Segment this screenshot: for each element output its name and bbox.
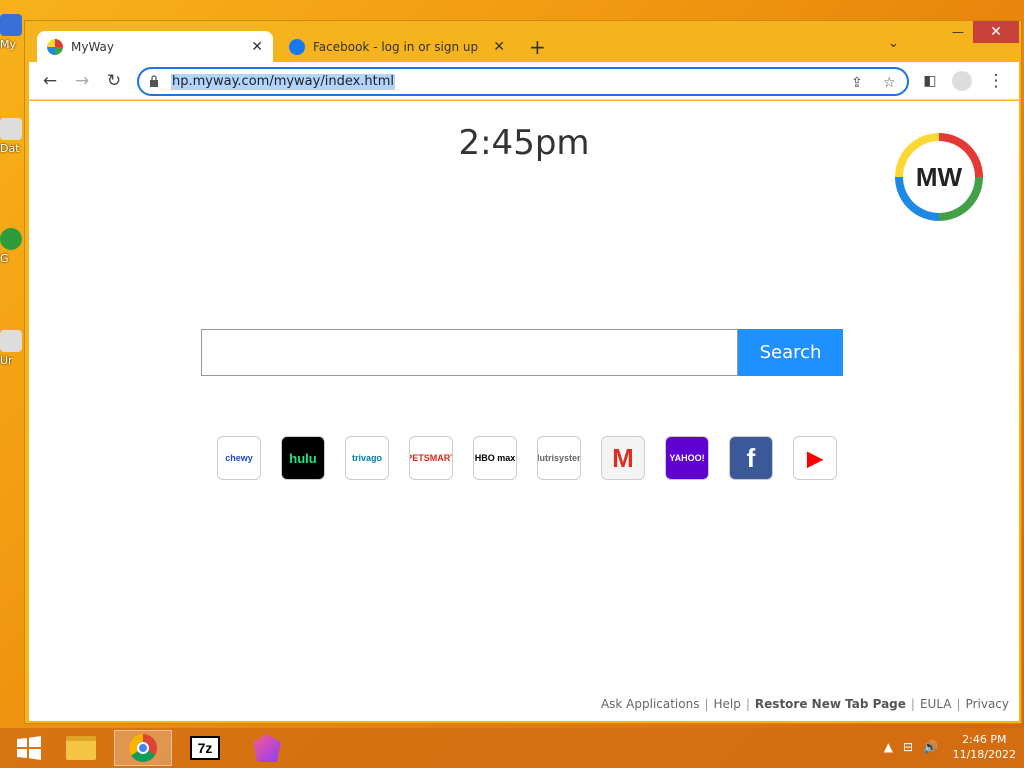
facebook-favicon-icon bbox=[289, 38, 305, 55]
hulu-logo: hulu bbox=[289, 450, 317, 466]
chewy-logo: chewy bbox=[225, 453, 253, 463]
forward-icon[interactable]: → bbox=[71, 70, 93, 92]
tile-hulu[interactable]: hulu bbox=[281, 436, 325, 480]
app-taskbar-button[interactable] bbox=[238, 730, 296, 766]
tile-trivago[interactable]: trivago bbox=[345, 436, 389, 480]
hbomax-logo: HBO max bbox=[474, 453, 516, 463]
yahoo-logo: YAHOO! bbox=[669, 453, 705, 463]
footer-links: Ask Applications | Help | Restore New Tab Pa… bbox=[600, 697, 1009, 711]
tile-chewy[interactable]: chewy bbox=[217, 436, 261, 480]
myway-logo: MW bbox=[895, 133, 983, 221]
taskbar-date: 11/18/2022 bbox=[952, 748, 1016, 761]
search-button[interactable]: Search bbox=[738, 329, 843, 376]
tile-youtube[interactable]: ▶ bbox=[793, 436, 837, 480]
clock: 2:45pm bbox=[458, 123, 590, 163]
7zip-icon: 7z bbox=[190, 736, 220, 760]
quick-links: chewy hulu trivago PETSMART HBO max Nutrisyst… bbox=[217, 436, 837, 480]
close-tab-icon[interactable]: ✕ bbox=[251, 39, 263, 55]
tab-search-chevron-icon[interactable]: ⌄ bbox=[888, 36, 899, 51]
address-bar[interactable]: hp.myway.com/myway/index.html ⇪ ☆ bbox=[137, 67, 909, 96]
share-icon[interactable]: ⇪ bbox=[851, 75, 863, 91]
search-input[interactable] bbox=[201, 329, 738, 376]
footer-link-restore-new-tab-page[interactable]: Restore New Tab Page bbox=[755, 697, 906, 711]
tile-gmail[interactable]: M bbox=[601, 436, 645, 480]
footer-link-ask-applications[interactable]: Ask Applications bbox=[601, 697, 700, 711]
volume-icon[interactable]: 🔊 bbox=[923, 740, 938, 754]
network-icon[interactable]: ⊟ bbox=[903, 740, 913, 754]
side-panel-icon[interactable]: ◧ bbox=[919, 70, 941, 92]
tile-petsmart[interactable]: PETSMART bbox=[409, 436, 453, 480]
menu-kebab-icon[interactable]: ⋮ bbox=[985, 70, 1007, 92]
file-icon bbox=[0, 330, 22, 352]
file-explorer-button[interactable] bbox=[52, 730, 110, 766]
windows-logo-icon bbox=[17, 736, 41, 760]
close-window-button[interactable]: ✕ bbox=[973, 21, 1019, 43]
system-tray: ▲ ⊟ 🔊 bbox=[884, 740, 938, 754]
lock-icon bbox=[150, 75, 158, 87]
petsmart-logo: PETSMART bbox=[410, 453, 452, 463]
gem-icon bbox=[253, 734, 281, 762]
browser-toolbar: ← → ↻ hp.myway.com/myway/index.html ⇪ ☆ … bbox=[29, 62, 1019, 100]
nutrisystem-logo: Nutrisystem bbox=[538, 453, 580, 463]
tile-hbomax[interactable]: HBO max bbox=[473, 436, 517, 480]
myway-page: 2:45pm MW Search chewy hulu trivago PETSMAR… bbox=[29, 101, 1019, 721]
gmail-logo: M bbox=[612, 442, 634, 473]
browser-window: MyWay ✕ Facebook - log in or sign up ✕ +… bbox=[24, 20, 1022, 724]
desktop-icon-ur[interactable]: Ur bbox=[0, 330, 26, 367]
url-text[interactable]: hp.myway.com/myway/index.html bbox=[171, 74, 396, 90]
tile-facebook[interactable]: f bbox=[729, 436, 773, 480]
reload-icon[interactable]: ↻ bbox=[103, 70, 125, 92]
back-icon[interactable]: ← bbox=[39, 70, 61, 92]
app-icon bbox=[0, 228, 22, 250]
start-button[interactable] bbox=[0, 730, 58, 766]
title-bar: MyWay ✕ Facebook - log in or sign up ✕ +… bbox=[25, 21, 1021, 62]
7zip-taskbar-button[interactable]: 7z bbox=[176, 730, 234, 766]
footer-link-help[interactable]: Help bbox=[714, 697, 741, 711]
desktop-icon-my[interactable]: My bbox=[0, 14, 26, 51]
computer-icon bbox=[0, 14, 22, 36]
minimize-button[interactable]: — bbox=[943, 21, 973, 43]
desktop-icon-g[interactable]: G bbox=[0, 228, 26, 265]
footer-link-privacy[interactable]: Privacy bbox=[966, 697, 1009, 711]
youtube-logo: ▶ bbox=[807, 447, 823, 470]
bookmark-star-icon[interactable]: ☆ bbox=[883, 75, 896, 91]
tile-nutrisystem[interactable]: Nutrisystem bbox=[537, 436, 581, 480]
trivago-logo: trivago bbox=[351, 453, 382, 463]
logo-text: MW bbox=[903, 141, 975, 213]
tile-yahoo[interactable]: YAHOO! bbox=[665, 436, 709, 480]
new-tab-button[interactable]: + bbox=[529, 35, 546, 59]
folder-icon bbox=[66, 736, 96, 760]
chrome-icon bbox=[129, 734, 157, 762]
close-window: ✕ bbox=[973, 21, 1019, 43]
desktop-icon-dat[interactable]: Dat bbox=[0, 118, 26, 155]
clock-area[interactable]: 2:46 PM 11/18/2022 bbox=[953, 732, 1016, 762]
profile-avatar-icon[interactable] bbox=[951, 70, 973, 92]
myway-favicon-icon bbox=[47, 38, 63, 55]
show-hidden-icons-icon[interactable]: ▲ bbox=[884, 740, 893, 754]
chrome-taskbar-button[interactable] bbox=[114, 730, 172, 766]
tab-myway[interactable]: MyWay ✕ bbox=[37, 31, 273, 62]
taskbar: 7z ▲ ⊟ 🔊 2:46 PM 11/18/2022 bbox=[0, 728, 1024, 768]
close-tab-icon[interactable]: ✕ bbox=[493, 39, 505, 55]
taskbar-time: 2:46 PM bbox=[962, 733, 1007, 746]
footer-link-eula[interactable]: EULA bbox=[920, 697, 952, 711]
tab-facebook[interactable]: Facebook - log in or sign up ✕ bbox=[279, 31, 515, 62]
facebook-logo: f bbox=[746, 442, 756, 473]
file-icon bbox=[0, 118, 22, 140]
